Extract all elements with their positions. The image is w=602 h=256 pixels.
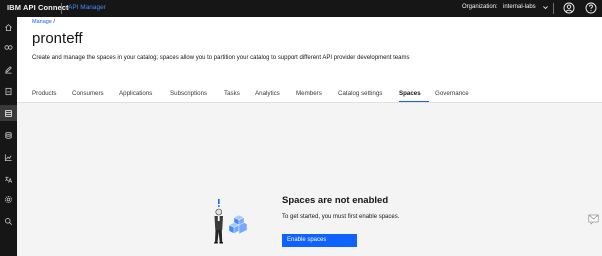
settings-icon	[5, 195, 12, 203]
tab-applications[interactable]: Applications	[119, 88, 170, 102]
home-icon	[5, 23, 12, 31]
left-nav	[0, 17, 17, 256]
top-bar: IBM API Connect API Manager Organization…	[0, 0, 602, 17]
tab-products[interactable]: Products	[32, 88, 72, 102]
breadcrumb-manage-link[interactable]: Manage	[32, 19, 52, 25]
analytics-icon	[4, 153, 12, 161]
empty-state-text: To get started, you must first enable sp…	[282, 214, 400, 220]
connections-icon	[4, 44, 13, 50]
nav-manage[interactable]	[0, 105, 17, 121]
help-icon[interactable]	[585, 2, 597, 14]
nav-search[interactable]	[0, 213, 17, 229]
search-icon	[5, 217, 13, 225]
enable-spaces-button[interactable]: Enable spaces	[282, 234, 357, 247]
spaces-illustration	[214, 199, 247, 244]
nav-home[interactable]	[0, 19, 17, 35]
tab-subscriptions[interactable]: Subscriptions	[170, 88, 224, 102]
catalog-tabs: Products Consumers Applications Subscrip…	[32, 88, 477, 102]
page-description: Create and manage the spaces in your cat…	[32, 55, 410, 61]
database-icon	[5, 131, 12, 139]
nav-catalog[interactable]	[0, 83, 17, 99]
chevron-down-icon[interactable]	[542, 4, 549, 11]
tab-catalog-settings[interactable]: Catalog settings	[338, 88, 399, 102]
breadcrumb-separator: /	[53, 19, 55, 25]
organization-label: Organization:	[462, 4, 498, 10]
nav-language[interactable]	[0, 171, 17, 187]
breadcrumb: Manage /	[32, 19, 55, 25]
nav-settings[interactable]	[0, 191, 17, 207]
nav-connections[interactable]	[0, 39, 17, 55]
tab-tasks[interactable]: Tasks	[224, 88, 255, 102]
tab-consumers[interactable]: Consumers	[72, 88, 119, 102]
tab-spaces[interactable]: Spaces	[399, 88, 429, 102]
nav-resources[interactable]	[0, 127, 17, 143]
edit-icon	[5, 65, 12, 74]
manage-icon	[5, 109, 12, 117]
topbar-divider	[553, 3, 554, 14]
brand-name[interactable]: IBM API Connect	[7, 3, 69, 12]
empty-state-title: Spaces are not enabled	[282, 195, 389, 206]
translate-icon	[5, 176, 13, 183]
organization-selector[interactable]: internal-labs	[503, 4, 536, 10]
brand-divider	[61, 3, 62, 14]
nav-analytics[interactable]	[0, 149, 17, 165]
tab-members[interactable]: Members	[296, 88, 338, 102]
nav-develop[interactable]	[0, 61, 17, 77]
product-name[interactable]: API Manager	[68, 4, 106, 11]
tab-governance[interactable]: Governance	[435, 88, 477, 102]
catalog-icon	[5, 87, 12, 95]
tab-analytics[interactable]: Analytics	[255, 88, 296, 102]
page-title: pronteff	[32, 30, 83, 47]
feedback-icon[interactable]	[588, 214, 599, 225]
user-avatar-icon[interactable]	[563, 2, 575, 14]
